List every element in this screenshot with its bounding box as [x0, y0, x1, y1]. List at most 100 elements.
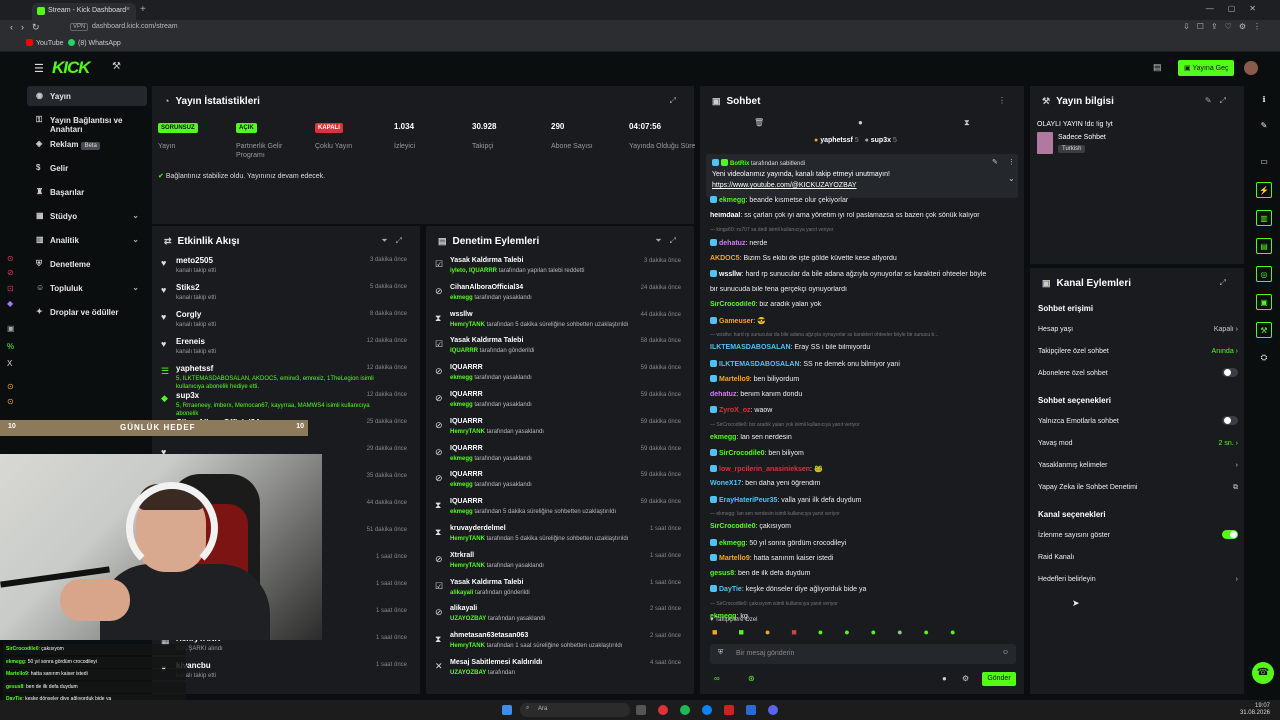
kick-icon[interactable]: % [7, 342, 14, 351]
sidebar-item-ads[interactable]: ◈ Reklam Beta [27, 134, 147, 154]
chat-username[interactable]: heimdaal [710, 212, 740, 219]
chat-username[interactable]: dehatuz [710, 391, 736, 398]
hammer-icon[interactable]: ⚒ [1256, 322, 1272, 338]
moderation-target[interactable]: IQUARRR [450, 445, 483, 452]
chat-username[interactable]: ILKTEMASDABOSALAN [719, 361, 800, 368]
chat-username[interactable]: SirCrocodile0 [719, 450, 765, 457]
chat-username[interactable]: gesus8 [710, 570, 734, 577]
moderator-name[interactable]: ekmegg [450, 456, 473, 462]
dock-icon[interactable]: ⊙ [7, 397, 14, 406]
taskbar-clock[interactable]: 19:07 31.08.2026 [1240, 703, 1270, 717]
moderation-target[interactable]: IQUARRR [450, 364, 483, 371]
sidebar-item-drops[interactable]: ✦ Droplar ve ödüller [27, 302, 147, 322]
info-icon[interactable]: ℹ [1256, 92, 1272, 108]
window-controls[interactable]: —▢✕ [1206, 4, 1270, 13]
moderation-target[interactable]: IQUARRR [450, 471, 483, 478]
channel-setting-row[interactable]: Takipçilere özel sohbet Anında › [1038, 348, 1238, 366]
channel-setting-row[interactable]: Yasaklanmış kelimeler › [1038, 462, 1238, 480]
moderation-target[interactable]: IQUARRR [450, 418, 483, 425]
chat-username[interactable]: SirCrocodile0 [710, 301, 756, 308]
x-icon[interactable]: X [7, 359, 12, 368]
moderator-name[interactable]: ekmegg [450, 295, 473, 301]
trash-icon[interactable]: 🗑 [754, 118, 764, 127]
edit-expand-icons[interactable]: ✎⤢ [1205, 96, 1234, 106]
go-live-button[interactable]: ▣ Yayına Geç [1178, 60, 1234, 76]
support-chat-icon[interactable]: ☎ [1252, 662, 1274, 684]
chevron-down-icon[interactable]: ⌄ [1008, 174, 1015, 183]
expand-icon[interactable]: ⤢ [1220, 278, 1234, 288]
chat-username[interactable]: Martello9 [719, 555, 750, 562]
pen-icon[interactable]: ✎ [1256, 118, 1272, 134]
gear-icon[interactable]: ⚙ [962, 674, 969, 683]
activity-username[interactable]: Stiks2 [176, 283, 200, 292]
chat-username[interactable]: wssllw [719, 271, 742, 278]
moderator-name[interactable]: ekmegg [450, 402, 473, 408]
activity-username[interactable]: sup3x [176, 391, 199, 400]
moderation-target[interactable]: IQUARRR [450, 498, 483, 505]
dock-icon[interactable]: ▭ [1256, 154, 1272, 170]
activity-username[interactable]: Ereneis [176, 337, 205, 346]
dock-icon[interactable]: ◆ [7, 299, 13, 308]
moderation-target[interactable]: Xtrkrall [450, 552, 474, 559]
channel-setting-row[interactable]: İzlenme sayısını göster [1038, 530, 1238, 550]
avatar[interactable] [1244, 61, 1258, 75]
opera-icon[interactable] [658, 705, 668, 715]
activity-username[interactable]: Corgly [176, 310, 201, 319]
chat-username[interactable]: ILKTEMASDABOSALAN [710, 344, 791, 351]
setting-value[interactable]: Kapalı › [1214, 326, 1238, 333]
app-icon[interactable] [724, 705, 734, 715]
category-name[interactable]: Sadece Sohbet [1058, 134, 1106, 141]
chat-username[interactable]: WoneX17 [710, 480, 741, 487]
moderation-target[interactable]: CihanAlboraOfficial34 [450, 284, 523, 291]
sidebar-item-community[interactable]: ☺ Topluluk ⌄ [27, 278, 147, 298]
external-link-icon[interactable]: ⧉ [1233, 484, 1238, 492]
dock-icon[interactable]: ▥ [1256, 210, 1272, 226]
moderator-name[interactable]: HemryTANK [450, 563, 485, 569]
setting-value[interactable]: Anında › [1212, 348, 1238, 355]
sidebar-item-moderation[interactable]: ⛨ Denetleme [27, 254, 147, 274]
sidebar-item-stream-key[interactable]: ⚿ Yayın Bağlantısı ve Anahtarı [27, 110, 147, 134]
kick-logo[interactable]: KICK [52, 58, 91, 78]
setting-toggle[interactable] [1222, 416, 1238, 425]
moderation-target[interactable]: alikayali [450, 605, 477, 612]
windows-start-icon[interactable] [502, 705, 512, 715]
channel-setting-row[interactable]: Yalnızca Emotlarla sohbet [1038, 416, 1238, 436]
moderator-name[interactable]: iyleto, IQUARRR [450, 268, 497, 274]
sidebar-item-stream[interactable]: ◉ Yayın [27, 86, 147, 106]
vpn-badge[interactable]: VPN [70, 23, 89, 31]
twitch-icon[interactable]: ▣ [7, 324, 15, 333]
moderation-target[interactable]: kruvayderdelmel [450, 525, 506, 532]
sidebar-item-achievements[interactable]: ♜ Başarılar [27, 182, 147, 202]
dock-icon[interactable]: ▣ [1256, 294, 1272, 310]
taskview-icon[interactable] [636, 705, 646, 715]
hourglass-icon[interactable]: ⧗ [964, 118, 970, 128]
activity-username[interactable]: yaphetssf [176, 364, 213, 373]
moderator-name[interactable]: HemryTANK [450, 643, 485, 649]
sidebar-item-analytics[interactable]: ▥ Analitik ⌄ [27, 230, 147, 250]
moderator-name[interactable]: ekmegg [450, 375, 473, 381]
send-button[interactable]: Gönder [982, 672, 1016, 686]
more-icon[interactable]: ⋮ [998, 96, 1014, 105]
setting-toggle[interactable] [1222, 530, 1238, 539]
filter-expand-icons[interactable]: ⏷⤢ [655, 236, 684, 246]
channel-setting-row[interactable]: Hesap yaşı Kapalı › [1038, 326, 1238, 344]
moderation-target[interactable]: Yasak Kaldırma Talebi [450, 337, 523, 344]
lightning-icon[interactable]: ⚡ [1256, 182, 1272, 198]
close-tab-icon[interactable]: × [126, 6, 130, 13]
moderator-name[interactable]: HemryTANK [450, 536, 485, 542]
setting-value[interactable]: 2 sn. › [1219, 440, 1238, 447]
moderator-name[interactable]: UZAYOZBAY [450, 616, 486, 622]
dock-icon[interactable]: ⊙ [7, 254, 14, 263]
channel-setting-row[interactable]: Hedefleri belirleyin › [1038, 576, 1238, 594]
spotify-icon[interactable] [680, 705, 690, 715]
chat-username[interactable]: SirCrocodile0 [710, 523, 756, 530]
moderation-target[interactable]: IQUARRR [450, 391, 483, 398]
moderation-target[interactable]: Mesaj Sabitlemesi Kaldırıldı [450, 659, 542, 666]
setting-value[interactable]: › [1236, 462, 1238, 469]
channel-setting-row[interactable]: Yavaş mod 2 sn. › [1038, 440, 1238, 458]
moderation-target[interactable]: ahmetasan63etasan063 [450, 632, 528, 639]
moderation-target[interactable]: Yasak Kaldırma Talebi [450, 257, 523, 264]
moderator-name[interactable]: HemryTANK [450, 322, 485, 328]
dock-icon[interactable]: ⊙ [7, 382, 14, 391]
dock-icon[interactable]: ⊡ [7, 284, 14, 293]
